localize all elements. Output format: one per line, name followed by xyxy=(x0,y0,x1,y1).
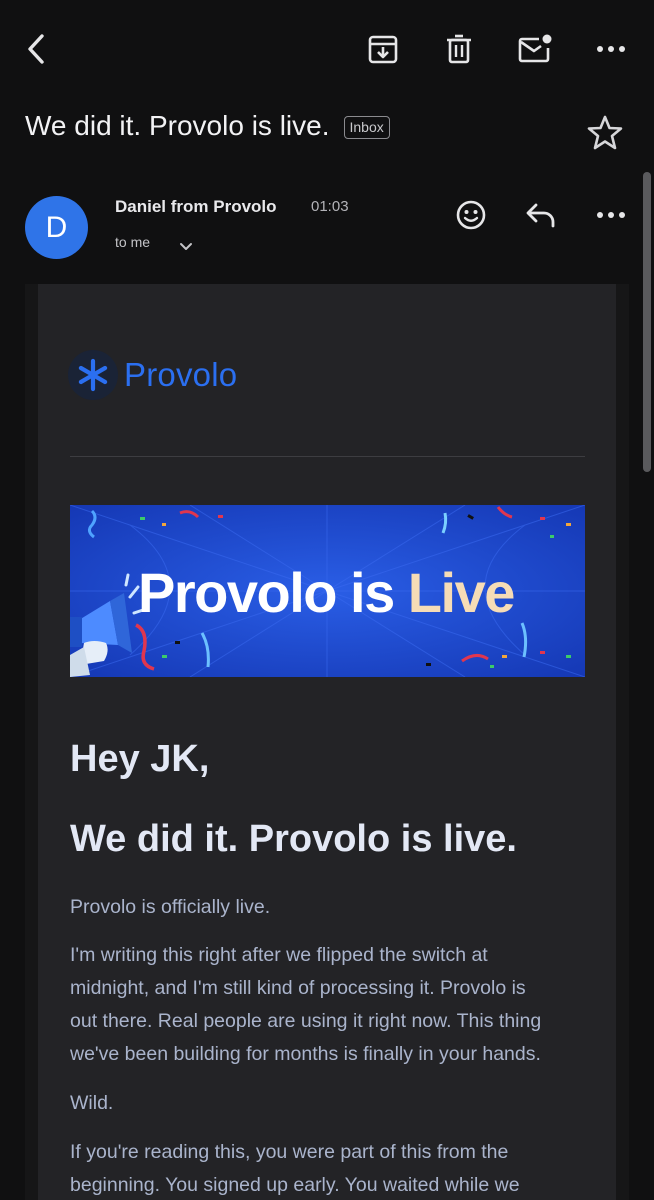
provolo-logo[interactable]: Provolo xyxy=(68,348,237,402)
email-view: We did it. Provolo is live. Inbox D Dani… xyxy=(0,0,654,1200)
archive-button[interactable] xyxy=(361,27,405,71)
chevron-down-icon[interactable] xyxy=(178,238,194,254)
mark-unread-button[interactable] xyxy=(513,27,557,71)
star-button[interactable] xyxy=(584,112,626,154)
banner-headline-main: Provolo is xyxy=(138,561,408,624)
arrow-left-icon xyxy=(28,34,44,64)
banner-headline: Provolo is Live xyxy=(138,560,516,625)
sender-name: Daniel from Provolo xyxy=(115,197,277,216)
paragraph-line: midnight, and I'm still kind of processi… xyxy=(70,977,526,999)
recipient-label[interactable]: to me xyxy=(115,234,150,250)
message-more-button[interactable] xyxy=(589,193,633,237)
more-vert-icon xyxy=(597,46,625,52)
scrollbar-thumb[interactable] xyxy=(643,172,651,472)
sent-time: 01:03 xyxy=(311,198,349,215)
email-headline: We did it. Provolo is live. xyxy=(70,818,517,860)
email-subject: We did it. Provolo is live. xyxy=(25,110,330,141)
reply-icon xyxy=(526,203,555,228)
paragraph-line: we've been building for months is finall… xyxy=(70,1043,541,1065)
header-divider xyxy=(70,456,585,457)
reply-button[interactable] xyxy=(519,193,563,237)
paragraph-line: beginning. You signed up early. You wait… xyxy=(70,1174,520,1196)
banner-headline-accent: Live xyxy=(407,561,516,624)
paragraph-line: out there. Real people are using it righ… xyxy=(70,1010,542,1032)
star-icon xyxy=(587,115,623,150)
inbox-label-badge[interactable]: Inbox xyxy=(343,115,390,139)
email-greeting: Hey JK, xyxy=(70,738,210,780)
body-paragraph-3: Wild. xyxy=(70,1087,590,1120)
body-paragraph-1: Provolo is officially live. xyxy=(70,891,590,924)
top-toolbar xyxy=(0,0,654,100)
trash-icon xyxy=(447,34,471,64)
paragraph-line: Wild. xyxy=(70,1092,114,1114)
logo-wordmark: Provolo xyxy=(124,356,238,393)
paragraph-line: If you're reading this, you were part of… xyxy=(70,1141,509,1163)
archive-icon xyxy=(368,35,398,64)
subject-row: We did it. Provolo is live. Inbox xyxy=(25,105,585,147)
more-horiz-icon xyxy=(597,212,625,218)
mail-unread-icon xyxy=(518,34,552,63)
asterisk-logo-icon xyxy=(68,350,118,400)
body-paragraph-4: If you're reading this, you were part of… xyxy=(70,1136,590,1200)
back-button[interactable] xyxy=(14,27,58,71)
paragraph-line: I'm writing this right after we flipped … xyxy=(70,944,488,966)
delete-button[interactable] xyxy=(437,27,481,71)
body-paragraph-2: I'm writing this right after we flipped … xyxy=(70,939,590,1071)
more-options-button[interactable] xyxy=(589,27,633,71)
add-reaction-button[interactable] xyxy=(449,193,493,237)
sender-avatar[interactable]: D xyxy=(25,196,88,259)
emoji-icon xyxy=(456,200,486,230)
paragraph-line: Provolo is officially live. xyxy=(70,896,271,918)
